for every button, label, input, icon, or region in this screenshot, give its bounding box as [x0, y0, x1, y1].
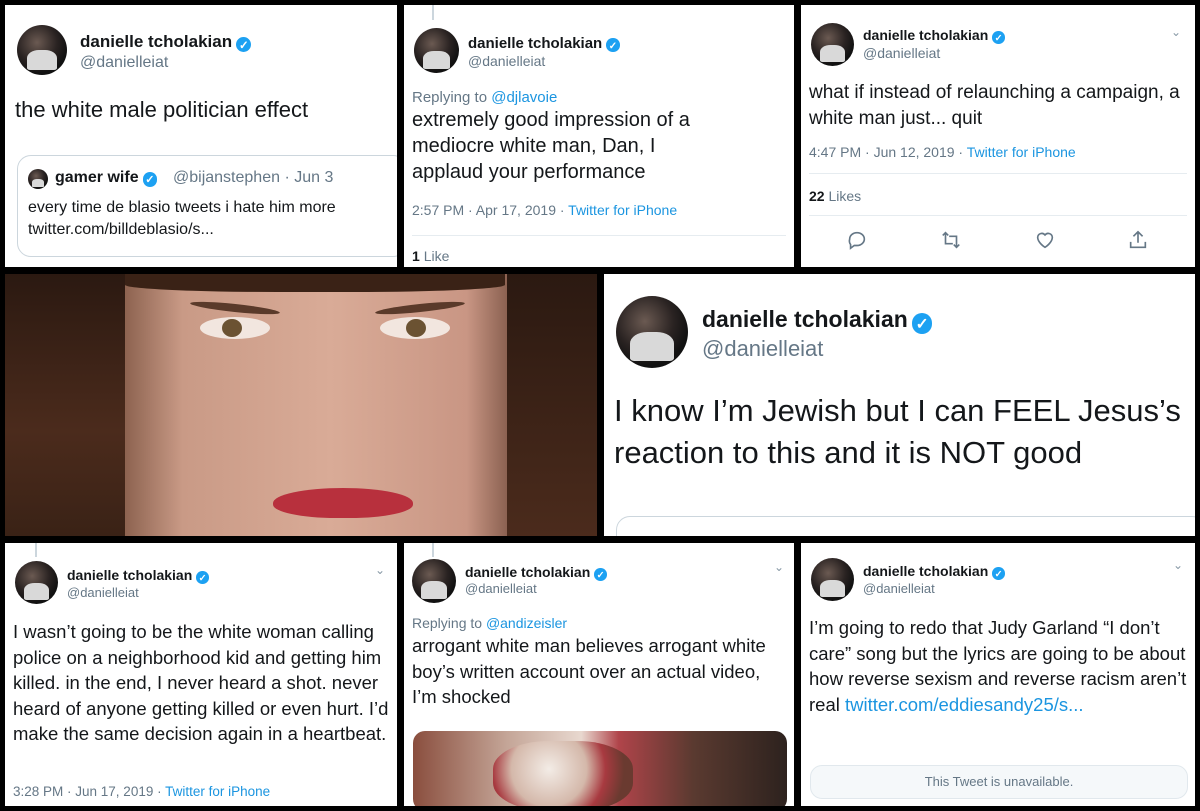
- eye-right: [380, 317, 450, 339]
- avatar[interactable]: [616, 296, 688, 368]
- author-handle[interactable]: @danielleiat: [465, 581, 537, 596]
- quoted-tweet[interactable]: gamer wife @bijanstephen · Jun 3 every t…: [17, 155, 397, 257]
- tweet-timestamp: 4:47 PM · Jun 12, 2019 · Twitter for iPh…: [809, 144, 1076, 160]
- quote-avatar: [28, 169, 48, 189]
- share-icon[interactable]: [1127, 229, 1149, 251]
- media-detail: [493, 741, 633, 806]
- author-name[interactable]: danielle tcholakian: [465, 564, 607, 581]
- tweet-panel-4: danielle tcholakian @danielleiat I know …: [604, 274, 1195, 536]
- tweet-text: I know I’m Jewish but I can FEEL Jesus’s…: [614, 393, 1181, 470]
- author-name[interactable]: danielle tcholakian: [80, 32, 252, 52]
- tweet-timestamp: 3:28 PM · Jun 17, 2019 · Twitter for iPh…: [13, 784, 271, 799]
- tweet-panel-5: danielle tcholakian @danielleiat ⌄ I was…: [5, 543, 397, 806]
- eye-left: [200, 317, 270, 339]
- reply-mention-link[interactable]: @djlavoie: [491, 89, 557, 106]
- verified-icon: [992, 31, 1005, 44]
- quote-text: every time de blasio tweets i hate him m…: [28, 199, 336, 238]
- tweet-panel-3: danielle tcholakian @danielleiat ⌄ what …: [801, 5, 1195, 267]
- verified-icon: [594, 568, 607, 581]
- author-name[interactable]: danielle tcholakian: [468, 35, 620, 52]
- avatar[interactable]: [15, 561, 58, 604]
- chevron-down-icon[interactable]: ⌄: [774, 560, 784, 574]
- hair-right: [507, 274, 597, 536]
- author-handle[interactable]: @danielleiat: [468, 53, 545, 69]
- author-name[interactable]: danielle tcholakian: [67, 567, 209, 584]
- avatar[interactable]: [412, 559, 456, 603]
- verified-icon: [142, 172, 157, 187]
- reply-mention-link[interactable]: @andizeisler: [486, 615, 567, 631]
- avatar[interactable]: [414, 28, 459, 73]
- portrait-photo: [5, 274, 597, 536]
- divider: [809, 215, 1187, 216]
- divider: [412, 235, 786, 236]
- tweet-panel-6: danielle tcholakian @danielleiat ⌄ Reply…: [404, 543, 794, 806]
- verified-icon: [606, 38, 620, 52]
- source-link[interactable]: Twitter for iPhone: [967, 144, 1076, 160]
- chevron-down-icon[interactable]: ⌄: [375, 563, 385, 577]
- author-name[interactable]: danielle tcholakian: [702, 306, 933, 334]
- author-handle[interactable]: @danielleiat: [702, 336, 823, 362]
- like-icon[interactable]: [1034, 229, 1056, 251]
- tweet-text: the white male politician effect: [15, 97, 309, 122]
- verified-icon: [911, 313, 933, 334]
- tweet-link[interactable]: twitter.com/eddiesandy25/s...: [845, 694, 1084, 715]
- likes-count[interactable]: 22 Likes: [809, 188, 861, 204]
- replying-to: Replying to @djlavoie: [412, 89, 558, 106]
- lips: [273, 488, 413, 518]
- hair-top: [125, 274, 505, 292]
- tweet-text: I’m going to redo that Judy Garland “I d…: [809, 617, 1187, 715]
- avatar[interactable]: [17, 25, 67, 75]
- quote-author-name: gamer wife: [55, 169, 157, 187]
- source-link[interactable]: Twitter for iPhone: [568, 202, 677, 218]
- author-handle[interactable]: @danielleiat: [67, 585, 139, 600]
- author-handle[interactable]: @danielleiat: [80, 54, 168, 72]
- thread-line: [35, 543, 37, 557]
- likes-count[interactable]: 1 Like: [412, 248, 449, 264]
- author-handle[interactable]: @danielleiat: [863, 45, 940, 61]
- avatar[interactable]: [811, 23, 854, 66]
- tweet-panel-2: danielle tcholakian @danielleiat Replyin…: [404, 5, 794, 267]
- retweet-icon[interactable]: [940, 229, 962, 251]
- unavailable-quote: This Tweet is unavailable.: [810, 765, 1188, 799]
- verified-icon: [196, 571, 209, 584]
- author-handle[interactable]: @danielleiat: [863, 581, 935, 596]
- quoted-tweet[interactable]: [616, 516, 1195, 536]
- verified-icon: [992, 567, 1005, 580]
- quote-handle: @bijanstephen · Jun 3: [173, 169, 334, 186]
- tweet-text: arrogant white man believes arrogant whi…: [412, 635, 766, 707]
- tweet-text: what if instead of relaunching a campaig…: [809, 82, 1180, 129]
- divider: [809, 173, 1187, 174]
- chevron-down-icon[interactable]: ⌄: [1173, 558, 1183, 572]
- reply-icon[interactable]: [846, 229, 868, 251]
- eyebrow-left: [189, 299, 281, 317]
- replying-to: Replying to @andizeisler: [412, 615, 568, 631]
- tweet-timestamp: 2:57 PM · Apr 17, 2019 · Twitter for iPh…: [412, 202, 678, 218]
- thread-line: [432, 5, 434, 20]
- author-name[interactable]: danielle tcholakian: [863, 27, 1005, 44]
- eyebrow-right: [374, 299, 466, 317]
- source-link[interactable]: Twitter for iPhone: [165, 784, 270, 799]
- thread-line: [432, 543, 434, 557]
- attached-media[interactable]: [413, 731, 787, 806]
- tweet-text: I wasn’t going to be the white woman cal…: [13, 621, 389, 744]
- verified-icon: [236, 36, 252, 52]
- chevron-down-icon[interactable]: ⌄: [1171, 25, 1181, 39]
- tweet-panel-1: danielle tcholakian @danielleiat the whi…: [5, 5, 397, 267]
- hair-left: [5, 274, 125, 536]
- tweet-text: extremely good impression of a mediocre …: [412, 109, 690, 183]
- author-name[interactable]: danielle tcholakian: [863, 563, 1005, 580]
- avatar[interactable]: [811, 558, 854, 601]
- tweet-panel-7: danielle tcholakian @danielleiat ⌄ I’m g…: [801, 543, 1195, 806]
